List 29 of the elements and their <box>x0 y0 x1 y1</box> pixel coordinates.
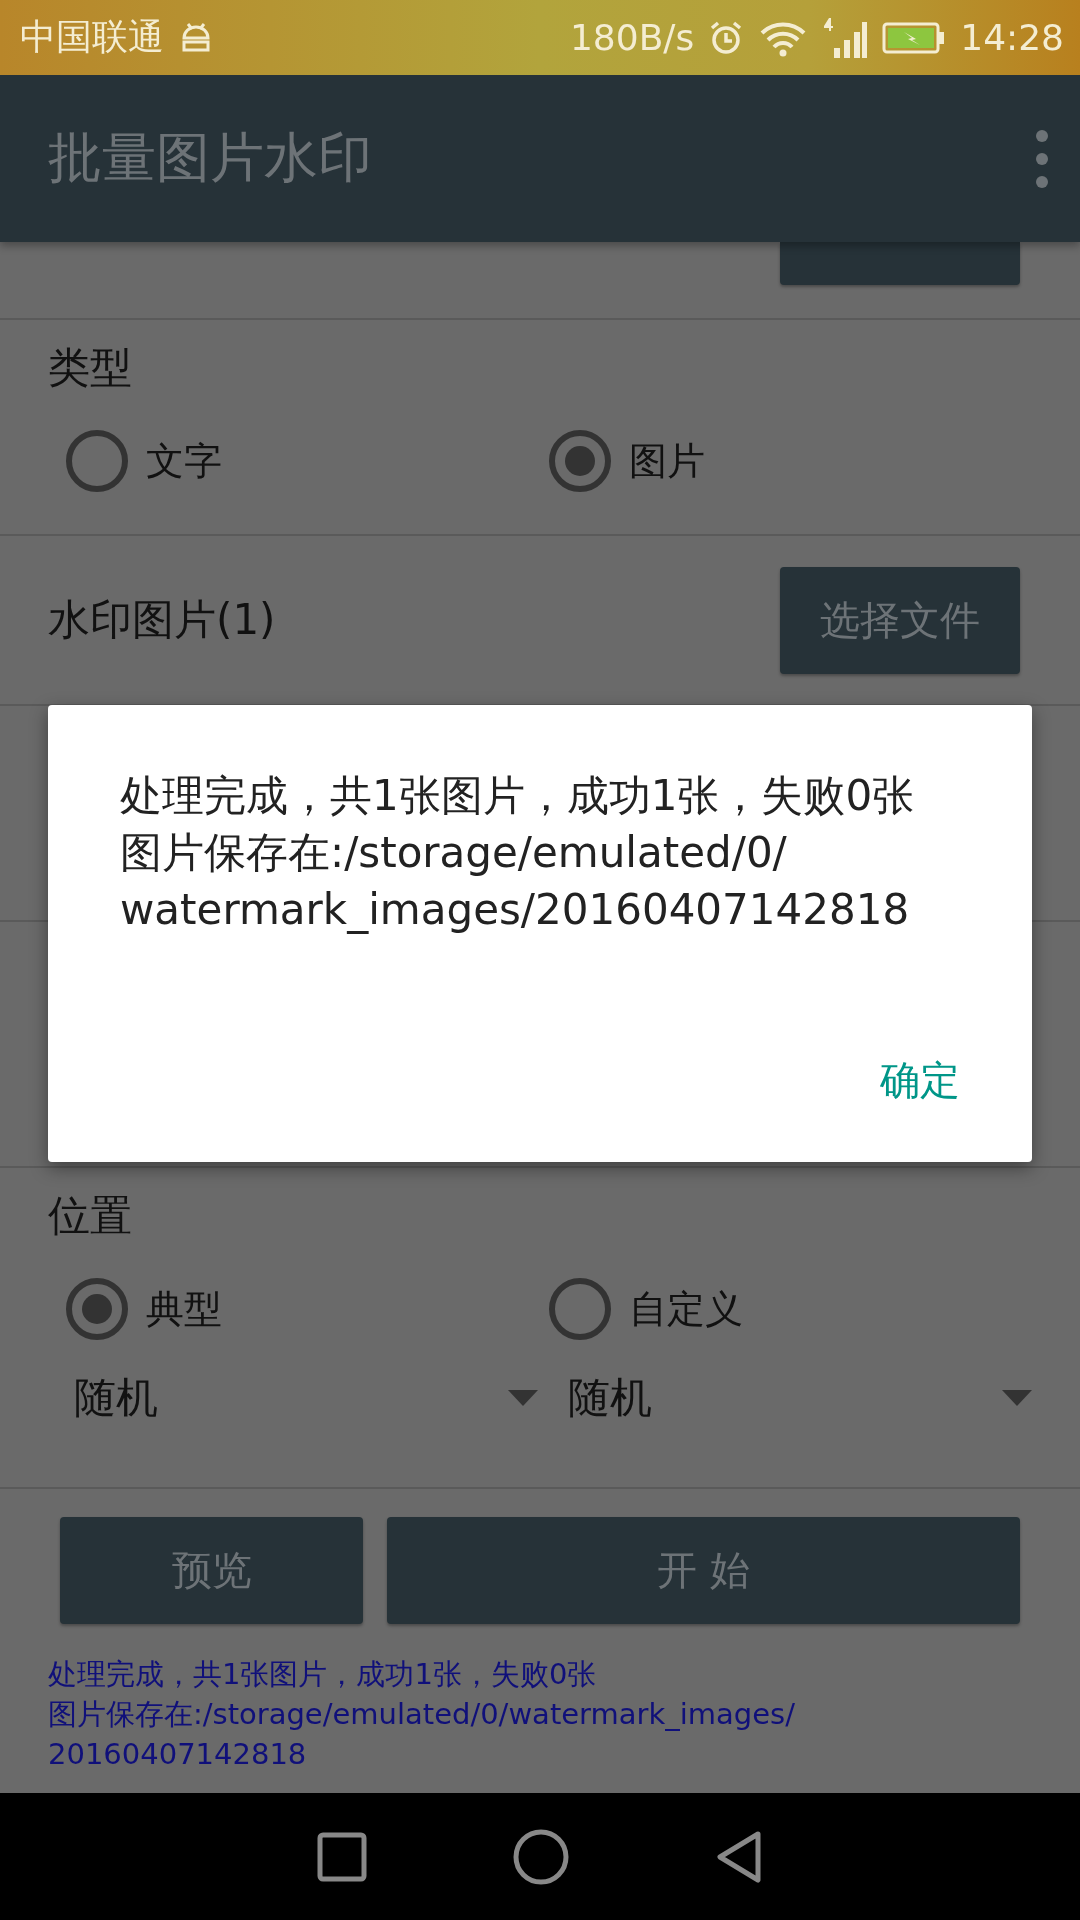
radio-button[interactable] <box>549 1278 611 1340</box>
recent-apps-icon[interactable] <box>317 1831 367 1882</box>
back-icon[interactable] <box>715 1829 763 1884</box>
dropdown-arrow-icon <box>1002 1390 1032 1406</box>
radio-button[interactable] <box>549 430 611 492</box>
home-icon[interactable] <box>512 1827 570 1886</box>
section-label: 位置 <box>48 1190 133 1242</box>
preview-button[interactable]: 预览 <box>60 1517 363 1624</box>
row-label: 水印图片(1) <box>48 594 276 646</box>
radio-label: 自定义 <box>629 1285 743 1333</box>
network-speed: 180B/s <box>569 17 695 58</box>
radio-button[interactable] <box>66 1278 128 1340</box>
section-label: 类型 <box>48 342 133 394</box>
radio-label: 文字 <box>146 437 222 485</box>
dialog-message: 处理完成，共1张图片，成功1张，失败0张 图片保存在:/storage/emulated/0/ watermark_images/20160407142818 <box>120 770 916 936</box>
radio-label: 典型 <box>146 1285 222 1333</box>
dropdown-arrow-icon <box>508 1390 538 1406</box>
select-file-button[interactable]: 选择文件 <box>780 566 1020 674</box>
dropdown[interactable]: 随机 <box>74 1370 538 1426</box>
carrier-name: 中国联通 <box>20 15 164 59</box>
result-message: 处理完成，共1张图片，成功1张，失败0张 图片保存在:/storage/emulated/0/watermark_images/ 20160407142818 <box>48 1656 796 1773</box>
dropdown[interactable]: 随机 <box>568 1370 1032 1426</box>
signal-icon <box>822 15 869 60</box>
start-button[interactable]: 开 始 <box>387 1517 1020 1624</box>
radio-button[interactable] <box>66 430 128 492</box>
confirm-button[interactable]: 确定 <box>880 1043 960 1118</box>
radio-label: 图片 <box>629 437 705 485</box>
clock-time: 14:28 <box>960 17 1064 58</box>
app-title: 批量图片水印 <box>48 125 372 191</box>
